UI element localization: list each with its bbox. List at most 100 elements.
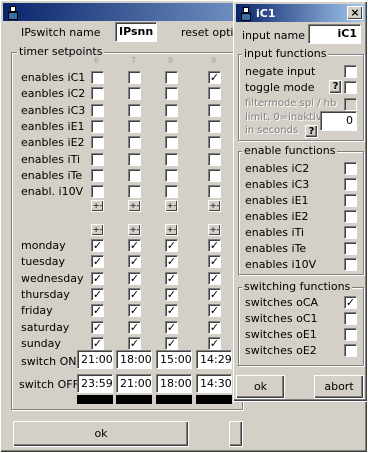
dialog-enable-checkbox[interactable] xyxy=(344,162,357,175)
enable-checkbox[interactable] xyxy=(91,119,104,133)
enable-checkbox[interactable] xyxy=(165,152,178,166)
enable-checkbox[interactable] xyxy=(128,168,141,182)
day-checkbox[interactable]: ✓ xyxy=(128,304,141,318)
enable-checkbox[interactable] xyxy=(165,185,178,199)
day-checkbox[interactable]: ✓ xyxy=(128,287,141,301)
dialog-enable-checkbox[interactable] xyxy=(344,226,357,239)
switch-off-field[interactable]: 23:59 xyxy=(77,374,113,393)
day-checkbox[interactable]: ✓ xyxy=(165,304,178,318)
enable-checkbox[interactable] xyxy=(128,87,141,101)
enable-checkbox[interactable] xyxy=(208,119,221,133)
enable-checkbox[interactable] xyxy=(165,71,178,84)
enable-checkbox[interactable] xyxy=(165,168,178,182)
enable-checkbox[interactable] xyxy=(208,103,221,117)
dialog-enable-checkbox[interactable] xyxy=(344,242,357,255)
plus-minus-button[interactable]: +- xyxy=(91,200,104,212)
day-checkbox[interactable]: ✓ xyxy=(128,239,141,252)
day-checkbox[interactable]: ✓ xyxy=(165,336,178,350)
enable-checkbox[interactable] xyxy=(128,119,141,133)
day-checkbox[interactable]: ✓ xyxy=(165,320,178,334)
day-checkbox[interactable]: ✓ xyxy=(208,336,221,350)
day-checkbox[interactable]: ✓ xyxy=(165,287,178,301)
day-checkbox[interactable]: ✓ xyxy=(208,320,221,334)
enable-checkbox[interactable] xyxy=(165,103,178,117)
enable-checkbox[interactable] xyxy=(91,103,104,117)
enable-checkbox[interactable] xyxy=(128,152,141,166)
input-name-field[interactable]: iC1 xyxy=(308,24,361,44)
limit-seconds-field[interactable]: 0 xyxy=(320,111,357,131)
plus-minus-button[interactable]: +- xyxy=(128,224,141,236)
switch-on-field[interactable]: 18:00 xyxy=(116,350,152,369)
enable-checkbox[interactable] xyxy=(208,168,221,182)
enable-checkbox[interactable]: ✓ xyxy=(208,71,221,84)
day-checkbox[interactable]: ✓ xyxy=(128,271,141,285)
limit-help-icon[interactable]: ? xyxy=(305,125,318,138)
enable-checkbox[interactable] xyxy=(208,185,221,199)
plus-minus-button[interactable]: +- xyxy=(91,224,104,236)
plus-minus-button[interactable]: +- xyxy=(165,224,178,236)
enable-checkbox[interactable] xyxy=(128,136,141,150)
dialog-enable-checkbox[interactable] xyxy=(344,178,357,191)
close-icon[interactable]: × xyxy=(347,6,363,20)
dialog-switching-checkbox[interactable] xyxy=(344,344,357,357)
dialog-switching-checkbox[interactable] xyxy=(344,328,357,341)
enable-checkbox[interactable] xyxy=(91,87,104,101)
switch-off-field[interactable]: 14:30 xyxy=(196,374,232,393)
day-checkbox[interactable]: ✓ xyxy=(208,255,221,269)
plus-minus-button[interactable]: +- xyxy=(128,200,141,212)
dialog-abort-button[interactable]: abort xyxy=(314,375,364,399)
switch-off-field[interactable]: 21:00 xyxy=(116,374,152,393)
dialog-enable-checkbox[interactable] xyxy=(344,258,357,271)
negate-input-checkbox[interactable] xyxy=(344,65,357,78)
enable-checkbox[interactable] xyxy=(208,87,221,101)
dialog-enable-checkbox[interactable] xyxy=(344,210,357,223)
day-checkbox[interactable]: ✓ xyxy=(91,271,104,285)
main-cancel-button-partial[interactable] xyxy=(229,421,243,447)
enable-checkbox[interactable] xyxy=(91,136,104,150)
switch-on-field[interactable]: 15:00 xyxy=(156,350,192,369)
toggle-mode-checkbox[interactable] xyxy=(344,81,357,94)
day-checkbox[interactable]: ✓ xyxy=(128,255,141,269)
enable-checkbox[interactable] xyxy=(91,71,104,84)
enable-checkbox[interactable] xyxy=(165,119,178,133)
day-checkbox[interactable]: ✓ xyxy=(165,271,178,285)
enable-checkbox[interactable] xyxy=(208,136,221,150)
enable-checkbox[interactable] xyxy=(128,71,141,84)
day-checkbox[interactable]: ✓ xyxy=(91,320,104,334)
switch-on-field[interactable]: 21:00 xyxy=(77,350,113,369)
day-checkbox[interactable]: ✓ xyxy=(208,239,221,252)
main-ok-button[interactable]: ok xyxy=(13,421,189,447)
dialog-switching-checkbox[interactable] xyxy=(344,312,357,325)
enable-checkbox[interactable] xyxy=(165,87,178,101)
enable-checkbox[interactable] xyxy=(128,185,141,199)
enable-checkbox[interactable] xyxy=(208,152,221,166)
plus-minus-button[interactable]: +- xyxy=(165,200,178,212)
switch-off-field[interactable]: 18:00 xyxy=(156,374,192,393)
day-checkbox[interactable]: ✓ xyxy=(91,255,104,269)
toggle-help-icon[interactable]: ? xyxy=(329,80,342,94)
dialog-enable-checkbox[interactable] xyxy=(344,194,357,207)
day-checkbox[interactable]: ✓ xyxy=(91,304,104,318)
enable-checkbox[interactable] xyxy=(91,168,104,182)
plus-minus-button[interactable]: +- xyxy=(208,224,221,236)
dialog-titlebar[interactable]: iC1 × xyxy=(236,4,365,22)
ipswitch-name-field[interactable]: IPsnn xyxy=(115,22,157,42)
plus-minus-button[interactable]: +- xyxy=(208,200,221,212)
dialog-switching-checkbox[interactable]: ✓ xyxy=(344,296,357,309)
day-checkbox[interactable]: ✓ xyxy=(165,255,178,269)
dialog-ok-button[interactable]: ok xyxy=(236,375,285,399)
day-checkbox[interactable]: ✓ xyxy=(91,336,104,350)
day-checkbox[interactable]: ✓ xyxy=(91,287,104,301)
enable-checkbox[interactable] xyxy=(91,185,104,199)
day-checkbox[interactable]: ✓ xyxy=(91,239,104,252)
day-checkbox[interactable]: ✓ xyxy=(128,320,141,334)
day-checkbox[interactable]: ✓ xyxy=(165,239,178,252)
day-checkbox[interactable]: ✓ xyxy=(208,304,221,318)
day-checkbox[interactable]: ✓ xyxy=(208,287,221,301)
enable-checkbox[interactable] xyxy=(91,152,104,166)
enable-checkbox[interactable] xyxy=(165,136,178,150)
switch-on-field[interactable]: 14:29 xyxy=(196,350,232,369)
day-checkbox[interactable]: ✓ xyxy=(128,336,141,350)
enable-checkbox[interactable] xyxy=(128,103,141,117)
day-checkbox[interactable]: ✓ xyxy=(208,271,221,285)
